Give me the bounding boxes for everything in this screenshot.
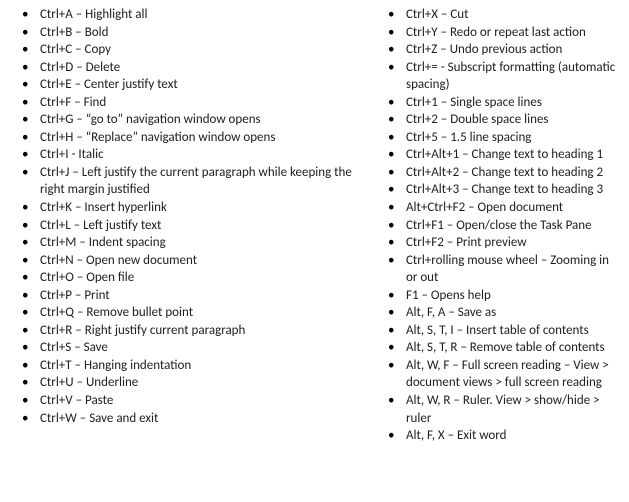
- shortcut-text: Ctrl+U – Underline: [40, 375, 138, 390]
- list-item: Ctrl+V – Paste: [40, 392, 358, 410]
- list-item: Ctrl+Z – Undo previous action: [406, 41, 621, 59]
- shortcut-list-left: Ctrl+A – Highlight all Ctrl+B – Bold Ctr…: [40, 6, 358, 427]
- shortcut-text: Alt+Ctrl+F2 – Open document: [406, 200, 563, 215]
- shortcut-text: Ctrl+R – Right justify current paragraph: [40, 323, 245, 338]
- list-item: Alt, S, T, R – Remove table of contents: [406, 339, 621, 357]
- shortcut-text: Ctrl+V – Paste: [40, 393, 113, 408]
- list-item: Ctrl+G – “go to” navigation window opens: [40, 111, 358, 129]
- shortcut-text: Ctrl+F2 – Print preview: [406, 235, 527, 250]
- shortcut-text: Alt, W, F – Full screen reading – View >…: [406, 358, 609, 391]
- list-item: F1 – Opens help: [406, 287, 621, 305]
- list-item: Ctrl+A – Highlight all: [40, 6, 358, 24]
- shortcut-list-right: Ctrl+X – Cut Ctrl+Y – Redo or repeat las…: [406, 6, 621, 445]
- right-column: Ctrl+X – Cut Ctrl+Y – Redo or repeat las…: [378, 6, 621, 496]
- list-item: Ctrl+F2 – Print preview: [406, 234, 621, 252]
- shortcut-text: Ctrl+L – Left justify text: [40, 218, 161, 233]
- list-item: Alt, W, R – Ruler. View > show/hide > ru…: [406, 392, 621, 427]
- list-item: Ctrl+Alt+3 – Change text to heading 3: [406, 181, 621, 199]
- shortcut-text: F1 – Opens help: [406, 288, 491, 303]
- shortcut-text: Ctrl+M – Indent spacing: [40, 235, 166, 250]
- list-item: Ctrl+H – “Replace” navigation window ope…: [40, 129, 358, 147]
- shortcut-text: Ctrl+S – Save: [40, 340, 108, 355]
- shortcut-text: Ctrl+F1 – Open/close the Task Pane: [406, 218, 592, 233]
- shortcut-text: Alt, S, T, R – Remove table of contents: [406, 340, 605, 355]
- shortcut-text: Ctrl+Z – Undo previous action: [406, 42, 562, 57]
- list-item: Alt, F, A – Save as: [406, 304, 621, 322]
- list-item: Ctrl+rolling mouse wheel – Zooming in or…: [406, 252, 621, 287]
- list-item: Ctrl+5 – 1.5 line spacing: [406, 129, 621, 147]
- shortcut-text: Alt, S, T, I – Insert table of contents: [406, 323, 589, 338]
- list-item: Alt, W, F – Full screen reading – View >…: [406, 357, 621, 392]
- shortcut-text: Ctrl+Alt+3 – Change text to heading 3: [406, 182, 603, 197]
- left-column: Ctrl+A – Highlight all Ctrl+B – Bold Ctr…: [8, 6, 358, 496]
- list-item: Ctrl+T – Hanging indentation: [40, 357, 358, 375]
- list-item: Alt+Ctrl+F2 – Open document: [406, 199, 621, 217]
- shortcut-text: Ctrl+= - Subscript formatting (automatic…: [406, 60, 615, 93]
- shortcut-text: Ctrl+F – Find: [40, 95, 106, 110]
- list-item: Alt, S, T, I – Insert table of contents: [406, 322, 621, 340]
- shortcut-text: Ctrl+2 – Double space lines: [406, 112, 549, 127]
- list-item: Ctrl+J – Left justify the current paragr…: [40, 164, 358, 199]
- shortcut-text: Alt, F, A – Save as: [406, 305, 496, 320]
- list-item: Ctrl+1 – Single space lines: [406, 94, 621, 112]
- list-item: Ctrl+Alt+1 – Change text to heading 1: [406, 146, 621, 164]
- shortcut-text: Alt, F, X – Exit word: [406, 428, 506, 443]
- shortcut-text: Ctrl+K – Insert hyperlink: [40, 200, 167, 215]
- list-item: Ctrl+E – Center justify text: [40, 76, 358, 94]
- shortcut-text: Ctrl+J – Left justify the current paragr…: [40, 165, 352, 198]
- shortcut-text: Ctrl+E – Center justify text: [40, 77, 178, 92]
- list-item: Ctrl+X – Cut: [406, 6, 621, 24]
- shortcut-text: Ctrl+D – Delete: [40, 60, 120, 75]
- list-item: Ctrl+S – Save: [40, 339, 358, 357]
- shortcut-text: Ctrl+W – Save and exit: [40, 411, 158, 426]
- list-item: Ctrl+F1 – Open/close the Task Pane: [406, 217, 621, 235]
- shortcut-text: Ctrl+T – Hanging indentation: [40, 358, 191, 373]
- shortcut-text: Ctrl+I - Italic: [40, 147, 104, 162]
- list-item: Ctrl+F – Find: [40, 94, 358, 112]
- list-item: Ctrl+W – Save and exit: [40, 410, 358, 428]
- list-item: Ctrl+L – Left justify text: [40, 217, 358, 235]
- shortcut-reference-page: Ctrl+A – Highlight all Ctrl+B – Bold Ctr…: [0, 0, 629, 502]
- list-item: Ctrl+O – Open file: [40, 269, 358, 287]
- list-item: Ctrl+= - Subscript formatting (automatic…: [406, 59, 621, 94]
- shortcut-text: Ctrl+H – “Replace” navigation window ope…: [40, 130, 275, 145]
- list-item: Ctrl+K – Insert hyperlink: [40, 199, 358, 217]
- shortcut-text: Ctrl+rolling mouse wheel – Zooming in or…: [406, 253, 609, 286]
- list-item: Ctrl+U – Underline: [40, 374, 358, 392]
- shortcut-text: Ctrl+Y – Redo or repeat last action: [406, 25, 586, 40]
- list-item: Ctrl+R – Right justify current paragraph: [40, 322, 358, 340]
- shortcut-text: Ctrl+C – Copy: [40, 42, 111, 57]
- shortcut-text: Ctrl+P – Print: [40, 288, 110, 303]
- list-item: Ctrl+D – Delete: [40, 59, 358, 77]
- shortcut-text: Ctrl+5 – 1.5 line spacing: [406, 130, 531, 145]
- list-item: Ctrl+P – Print: [40, 287, 358, 305]
- shortcut-text: Ctrl+1 – Single space lines: [406, 95, 542, 110]
- shortcut-text: Alt, W, R – Ruler. View > show/hide > ru…: [406, 393, 600, 426]
- list-item: Ctrl+2 – Double space lines: [406, 111, 621, 129]
- shortcut-text: Ctrl+Q – Remove bullet point: [40, 305, 193, 320]
- shortcut-text: Ctrl+A – Highlight all: [40, 7, 147, 22]
- list-item: Alt, F, X – Exit word: [406, 427, 621, 445]
- list-item: Ctrl+N – Open new document: [40, 252, 358, 270]
- list-item: Ctrl+I - Italic: [40, 146, 358, 164]
- list-item: Ctrl+M – Indent spacing: [40, 234, 358, 252]
- shortcut-text: Ctrl+N – Open new document: [40, 253, 197, 268]
- list-item: Ctrl+B – Bold: [40, 24, 358, 42]
- shortcut-text: Ctrl+X – Cut: [406, 7, 469, 22]
- shortcut-text: Ctrl+O – Open file: [40, 270, 134, 285]
- shortcut-text: Ctrl+B – Bold: [40, 25, 108, 40]
- list-item: Ctrl+Y – Redo or repeat last action: [406, 24, 621, 42]
- shortcut-text: Ctrl+Alt+2 – Change text to heading 2: [406, 165, 603, 180]
- list-item: Ctrl+C – Copy: [40, 41, 358, 59]
- shortcut-text: Ctrl+Alt+1 – Change text to heading 1: [406, 147, 603, 162]
- list-item: Ctrl+Q – Remove bullet point: [40, 304, 358, 322]
- shortcut-text: Ctrl+G – “go to” navigation window opens: [40, 112, 261, 127]
- list-item: Ctrl+Alt+2 – Change text to heading 2: [406, 164, 621, 182]
